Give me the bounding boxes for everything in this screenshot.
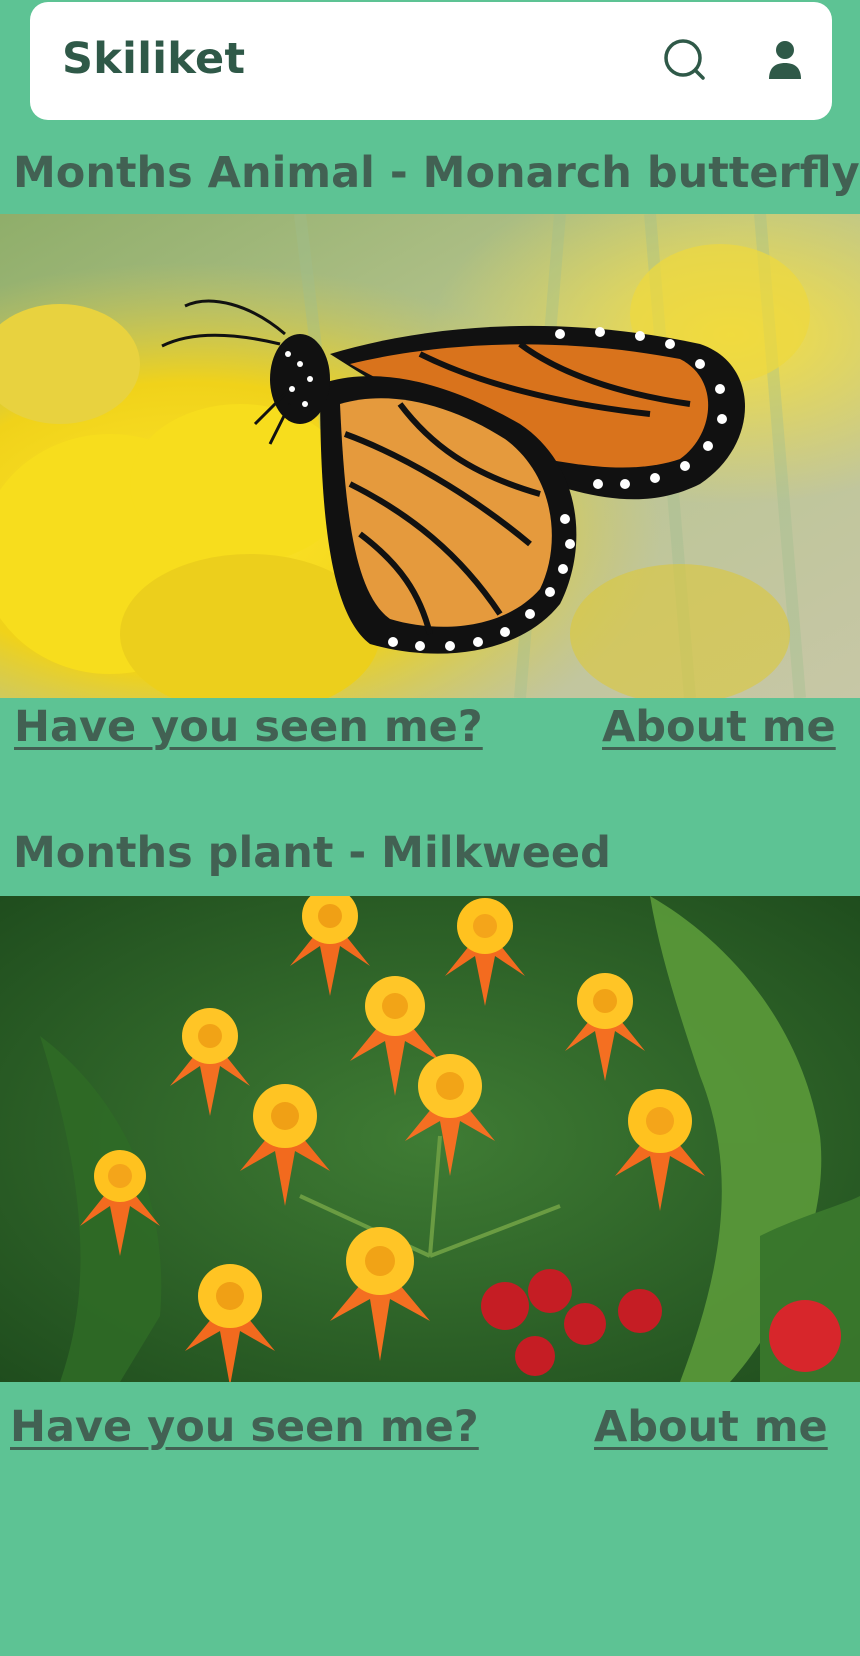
animal-have-you-seen-me-link[interactable]: Have you seen me? (14, 702, 483, 752)
user-button[interactable] (760, 37, 810, 87)
app-title: Skiliket (62, 34, 246, 84)
top-header: Skiliket (30, 2, 832, 120)
search-icon (664, 39, 705, 80)
monarch-butterfly-image (0, 214, 860, 698)
milkweed-image (0, 896, 860, 1382)
user-icon (769, 41, 801, 79)
plant-section-title: Months plant - Milkweed (13, 828, 611, 878)
animal-section-title: Months Animal - Monarch butterfly (13, 148, 860, 198)
animal-about-me-link[interactable]: About me (602, 702, 836, 752)
plant-have-you-seen-me-link[interactable]: Have you seen me? (10, 1402, 479, 1452)
plant-about-me-link[interactable]: About me (594, 1402, 828, 1452)
search-button[interactable] (662, 37, 712, 87)
